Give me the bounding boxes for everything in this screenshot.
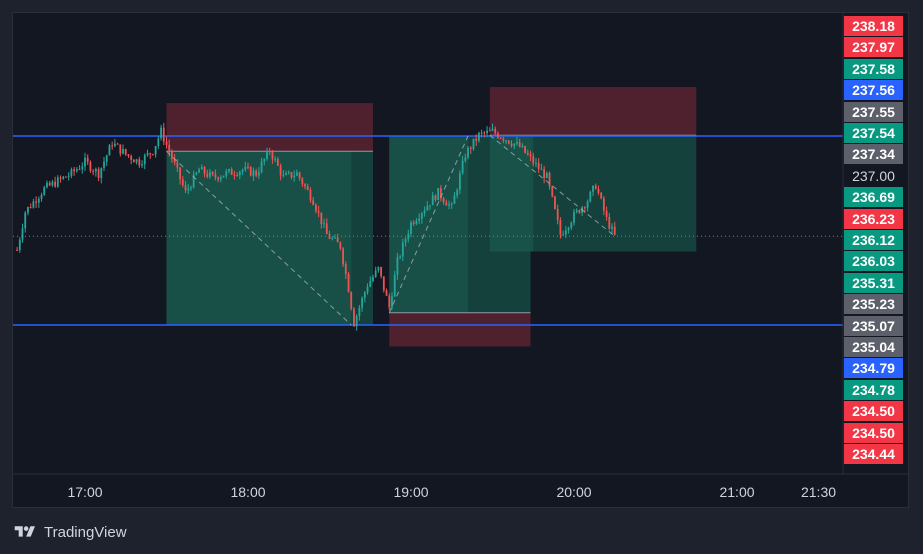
time-tick-3: 19:00 (393, 484, 429, 500)
brand-name: TradingView (44, 523, 127, 541)
price-tag-1: 238.18 (844, 16, 903, 36)
price-tag-9: 236.69 (844, 187, 903, 208)
price-tag-7: 237.34 (844, 144, 903, 165)
price-tag-4: 237.56 (844, 80, 903, 101)
price-tag-17: 234.79 (844, 358, 903, 379)
price-tag-21: 234.44 (844, 444, 903, 464)
price-tag-16: 235.04 (844, 337, 903, 357)
price-tag-2: 237.97 (844, 37, 903, 58)
price-tag-13: 235.31 (844, 272, 903, 293)
price-tag-5: 237.55 (844, 101, 903, 122)
price-tag-11: 236.12 (844, 230, 903, 250)
price-tag-10: 236.23 (844, 208, 903, 229)
tradingview-logo-icon (14, 526, 35, 537)
time-tick-5: 21:00 (719, 484, 755, 500)
price-tag-18: 234.78 (844, 379, 903, 400)
price-tag-8: 237.00 (852, 167, 895, 184)
time-axis[interactable]: 17:00 18:00 19:00 20:00 21:00 21:30 (0, 0, 843, 554)
price-tag-6: 237.54 (844, 123, 903, 143)
price-tag-15: 235.07 (844, 315, 903, 336)
time-tick-6: 21:30 (800, 484, 837, 500)
tradingview-brand[interactable]: TradingView (12, 521, 127, 543)
price-tag-3: 237.58 (844, 58, 903, 79)
time-tick-1: 17:00 (67, 484, 103, 500)
time-tick-2: 18:00 (230, 484, 266, 500)
time-tick-4: 20:00 (556, 484, 592, 500)
price-tag-14: 235.23 (844, 294, 903, 315)
price-tag-12: 236.03 (844, 251, 903, 272)
price-tag-19: 234.50 (844, 401, 903, 422)
price-tag-20: 234.50 (844, 422, 903, 443)
